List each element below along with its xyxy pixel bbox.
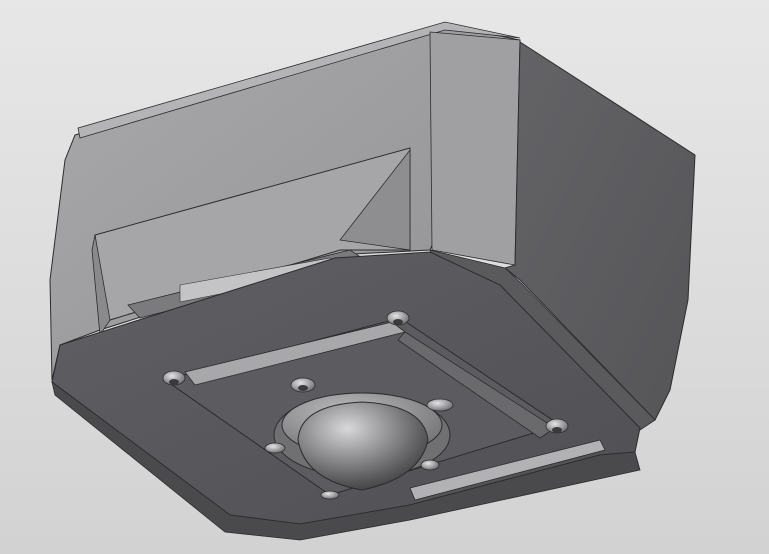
cad-model-render[interactable] [0,0,769,554]
dome-bolt-2 [264,442,286,454]
cad-viewport[interactable] [0,0,769,554]
screw-top [386,310,410,326]
dome-bolt-4 [320,490,340,500]
dome-bolt-3 [420,459,440,471]
dome-bolt-1 [426,398,454,412]
screw-right [545,418,569,434]
screw-mid [290,377,316,393]
screw-left [162,370,186,386]
